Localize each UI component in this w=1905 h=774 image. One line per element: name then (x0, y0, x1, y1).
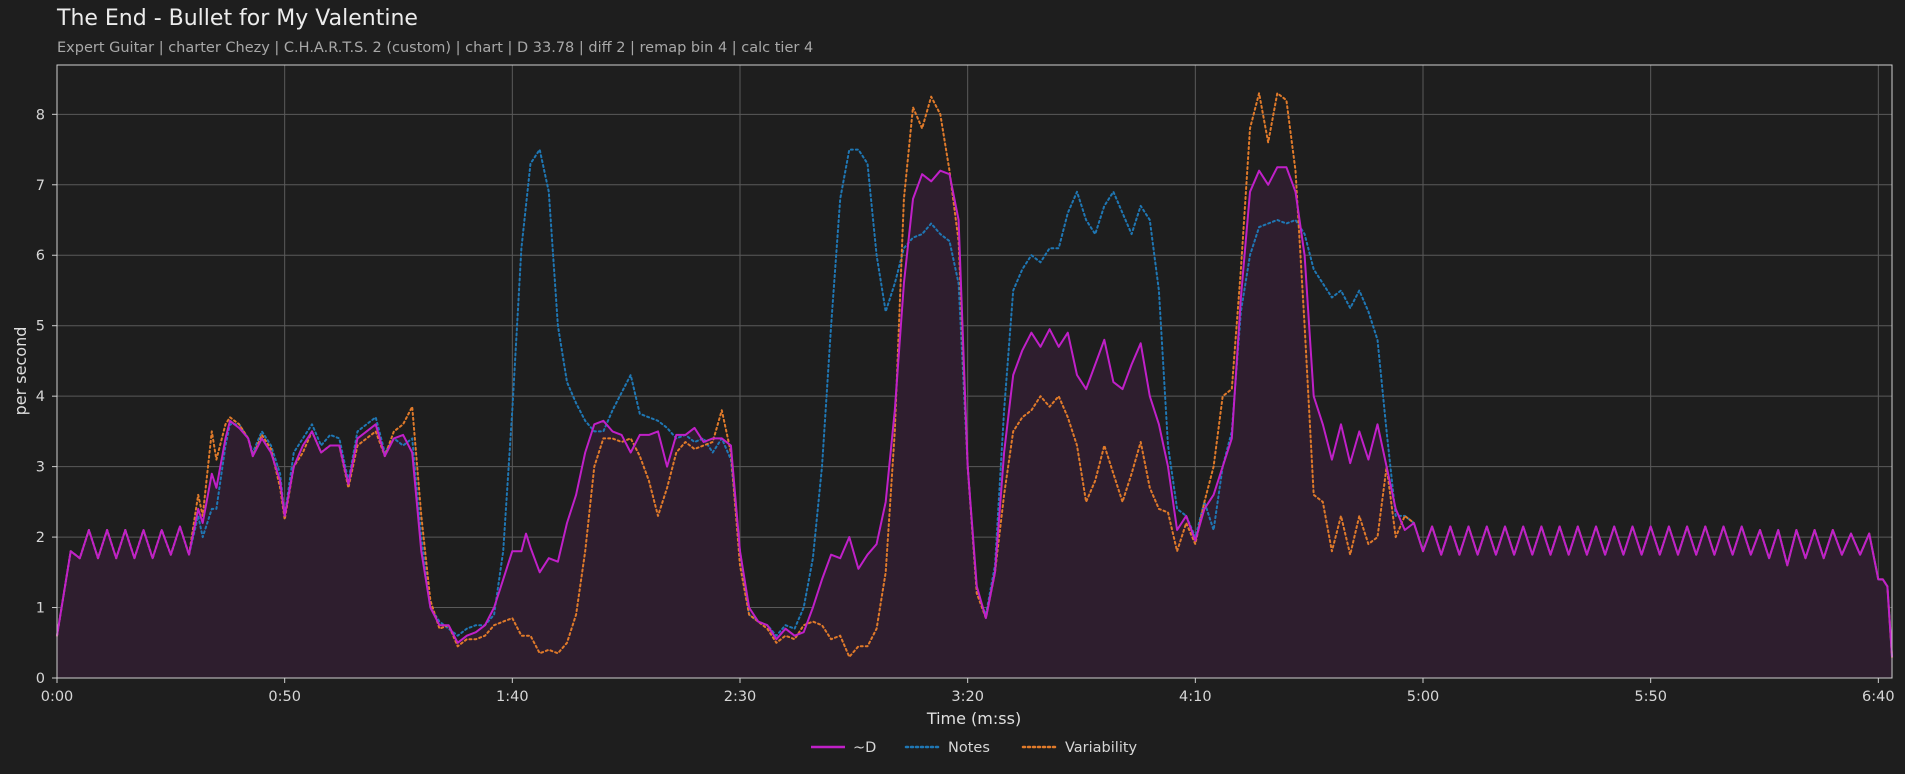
x-tick-label: 6:40 (1862, 689, 1895, 705)
y-tick-label: 1 (36, 601, 45, 617)
y-axis-ticks: 0 1 2 3 4 5 6 7 8 (36, 107, 57, 687)
x-tick-label: 2:30 (724, 689, 757, 705)
chart-canvas: 0:00 0:50 1:40 2:30 3:20 4:10 5:00 5:50 6:40 0 1 2… (11, 64, 1895, 756)
x-tick-label: 0:00 (41, 689, 74, 705)
x-axis-label: Time (m:ss) (926, 709, 1021, 728)
x-tick-label: 5:00 (1407, 689, 1440, 705)
y-tick-label: 0 (36, 671, 45, 687)
y-tick-label: 4 (36, 389, 45, 405)
legend-label: Variability (1065, 740, 1138, 756)
x-tick-label: 1:40 (496, 689, 529, 705)
y-tick-label: 3 (36, 460, 45, 476)
x-tick-label: 4:10 (1179, 689, 1212, 705)
y-tick-label: 6 (36, 248, 45, 264)
x-tick-label: 3:20 (951, 689, 984, 705)
y-tick-label: 8 (36, 107, 45, 123)
legend-label: Notes (948, 740, 990, 756)
y-tick-label: 5 (36, 319, 45, 335)
x-axis-ticks: 0:00 0:50 1:40 2:30 3:20 4:10 5:00 5:50 6:40 (41, 678, 1895, 705)
y-tick-label: 7 (36, 178, 45, 194)
legend: ~D Notes Variability (811, 740, 1138, 756)
y-tick-label: 2 (36, 530, 45, 546)
x-tick-label: 5:50 (1634, 689, 1667, 705)
x-tick-label: 0:50 (268, 689, 301, 705)
legend-label: ~D (853, 740, 876, 756)
y-axis-label: per second (11, 327, 30, 416)
